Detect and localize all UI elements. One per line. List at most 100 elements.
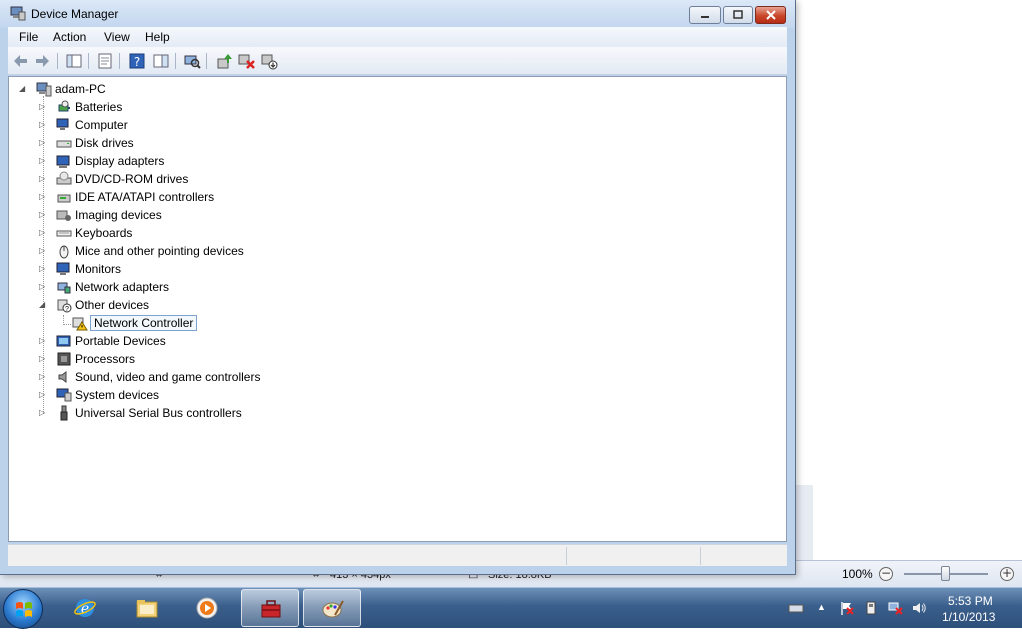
tree-category-network-adapters[interactable]: ▷ Network adapters	[39, 278, 169, 296]
close-button[interactable]	[755, 6, 786, 24]
taskbar-windows-explorer[interactable]	[118, 589, 176, 627]
scan-hardware-changes-icon[interactable]	[182, 51, 202, 71]
status-bar-separator	[700, 547, 701, 565]
tree-node-label: Imaging devices	[75, 208, 162, 222]
expand-arrow-icon[interactable]: ▷	[39, 138, 48, 147]
zoom-slider-thumb[interactable]	[941, 566, 950, 581]
expand-arrow-icon[interactable]: ▷	[39, 264, 48, 273]
menu-view[interactable]: View	[104, 30, 130, 44]
tree-node-label: Monitors	[75, 262, 122, 276]
tree-category-other-devices[interactable]: ◢? Other devices	[39, 296, 149, 314]
network-disconnected-icon[interactable]	[888, 600, 904, 616]
tree-category-universal-serial-bus-controllers[interactable]: ▷ Universal Serial Bus controllers	[39, 404, 242, 422]
expand-arrow-icon[interactable]: ▷	[39, 210, 48, 219]
collapse-arrow-icon[interactable]: ◢	[19, 84, 28, 93]
expand-arrow-icon[interactable]: ▷	[39, 372, 48, 381]
tree-category-mice-and-other-pointing-devices[interactable]: ▷ Mice and other pointing devices	[39, 242, 244, 260]
taskbar-media-player[interactable]	[178, 589, 236, 627]
clock-date[interactable]: 1/10/2013	[942, 610, 995, 624]
clock-time[interactable]: 5:53 PM	[948, 594, 993, 608]
tree-category-keyboards[interactable]: ▷ Keyboards	[39, 224, 132, 242]
expand-arrow-icon[interactable]: ▷	[39, 192, 48, 201]
action-pane-icon[interactable]	[151, 51, 171, 71]
properties-icon[interactable]	[95, 51, 115, 71]
sound-video-and-game-controllers-icon	[58, 371, 67, 383]
expand-arrow-icon[interactable]: ▷	[39, 156, 48, 165]
show-hidden-icons-icon[interactable]: ▲	[817, 602, 833, 618]
tree-node-label: Universal Serial Bus controllers	[75, 406, 242, 420]
ide-ata-atapi-controllers-icon	[57, 194, 71, 203]
expand-arrow-icon[interactable]: ▷	[39, 228, 48, 237]
menu-help[interactable]: Help	[145, 30, 170, 44]
taskbar-paint[interactable]	[303, 589, 361, 627]
network-adapters-icon	[57, 282, 71, 294]
tree-category-monitors[interactable]: ▷ Monitors	[39, 260, 121, 278]
tree-node-label: Display adapters	[75, 154, 165, 168]
device-eject-icon[interactable]	[863, 600, 879, 616]
tree-category-sound-video-and-game-controllers[interactable]: ▷ Sound, video and game controllers	[39, 368, 260, 386]
forward-arrow-icon[interactable]	[33, 51, 53, 71]
expand-arrow-icon[interactable]: ▷	[39, 282, 48, 291]
tree-node-label: Portable Devices	[75, 334, 166, 348]
paint-canvas[interactable]	[795, 0, 1022, 560]
computer-icon	[56, 118, 69, 130]
menu-action[interactable]: Action	[53, 30, 86, 44]
tree-node-label: System devices	[75, 388, 160, 402]
status-bar-separator	[566, 547, 567, 565]
tree-node-label: Processors	[75, 352, 136, 366]
toolbar: ?	[8, 47, 787, 75]
tree-node-label: Sound, video and game controllers	[75, 370, 261, 384]
taskbar-device-manager[interactable]	[241, 589, 299, 627]
expand-arrow-icon[interactable]: ▷	[39, 336, 48, 345]
windows-logo-icon	[16, 602, 32, 617]
tree-category-portable-devices[interactable]: ▷ Portable Devices	[39, 332, 166, 350]
dvd-cd-rom-drives-icon	[56, 171, 72, 185]
update-driver-icon[interactable]	[214, 51, 234, 71]
zoom-in-button[interactable]: +	[1000, 567, 1014, 581]
uninstall-device-icon[interactable]	[236, 51, 256, 71]
tree-connector	[63, 324, 71, 325]
zoom-out-button[interactable]: −	[879, 567, 893, 581]
title-bar[interactable]: Device Manager	[0, 0, 795, 28]
back-arrow-icon[interactable]	[10, 51, 30, 71]
volume-icon[interactable]	[911, 600, 927, 616]
collapse-arrow-icon[interactable]: ◢	[39, 300, 48, 309]
minimize-button[interactable]	[689, 6, 721, 24]
toolbar-separator	[119, 53, 120, 69]
expand-arrow-icon[interactable]: ▷	[39, 174, 48, 183]
tree-category-disk-drives[interactable]: ▷ Disk drives	[39, 134, 134, 152]
expand-arrow-icon[interactable]: ▷	[39, 354, 48, 363]
tree-category-system-devices[interactable]: ▷ System devices	[39, 386, 159, 404]
tree-node-root[interactable]: ◢ adam-PC	[19, 80, 106, 98]
expand-arrow-icon[interactable]: ▷	[39, 120, 48, 129]
warning-device-icon	[72, 317, 88, 331]
system-devices-icon	[56, 388, 72, 402]
action-center-flag-icon[interactable]	[839, 600, 855, 616]
start-button[interactable]	[3, 589, 43, 629]
tree-category-processors[interactable]: ▷ Processors	[39, 350, 135, 368]
disable-device-icon[interactable]	[259, 51, 279, 71]
expand-arrow-icon[interactable]: ▷	[39, 390, 48, 399]
menu-bar: File Action View Help	[8, 27, 787, 47]
maximize-button[interactable]	[723, 6, 753, 24]
expand-arrow-icon[interactable]: ▷	[39, 246, 48, 255]
tree-category-dvd-cd-rom-drives[interactable]: ▷ DVD/CD-ROM drives	[39, 170, 188, 188]
help-icon[interactable]: ?	[127, 51, 147, 71]
menu-file[interactable]: File	[19, 30, 38, 44]
keyboard-icon[interactable]	[788, 600, 804, 616]
show-hide-console-tree-icon[interactable]	[64, 51, 84, 71]
tree-category-computer[interactable]: ▷ Computer	[39, 116, 128, 134]
tree-device-network-controller[interactable]: Network Controller	[72, 314, 198, 332]
tree-node-label: Batteries	[75, 100, 123, 114]
expand-arrow-icon[interactable]: ▷	[39, 102, 48, 111]
device-tree[interactable]: ◢ adam-PC ▷ Batteries ▷ Computer ▷ Disk drive…	[8, 76, 787, 542]
tree-node-label: DVD/CD-ROM drives	[75, 172, 189, 186]
expand-arrow-icon[interactable]: ▷	[39, 408, 48, 417]
tree-category-ide-ata-atapi-controllers[interactable]: ▷ IDE ATA/ATAPI controllers	[39, 188, 214, 206]
taskbar-internet-explorer[interactable]: e	[56, 589, 114, 627]
tree-category-batteries[interactable]: ▷ Batteries	[39, 98, 122, 116]
tree-category-imaging-devices[interactable]: ▷ Imaging devices	[39, 206, 162, 224]
window-title: Device Manager	[31, 7, 119, 21]
tree-category-display-adapters[interactable]: ▷ Display adapters	[39, 152, 164, 170]
tree-node-label: Other devices	[75, 298, 150, 312]
